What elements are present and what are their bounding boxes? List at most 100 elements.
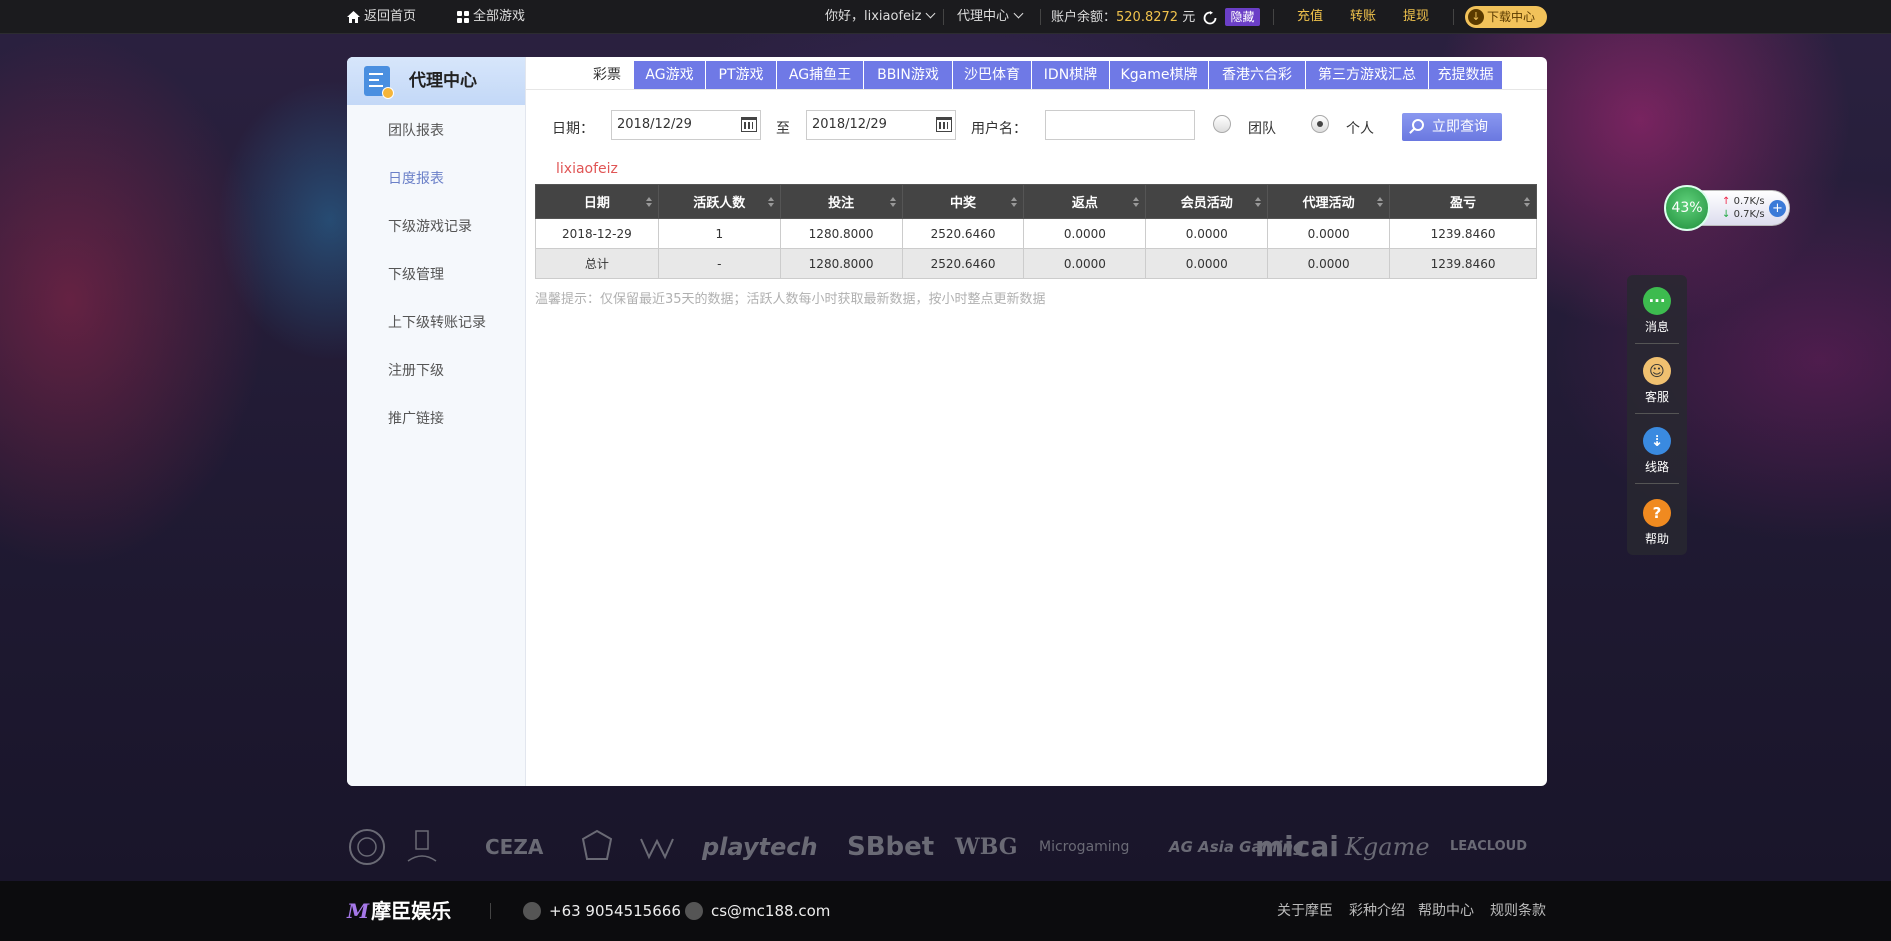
username-label: 用户名：	[971, 121, 1027, 137]
download-arrow-icon: ↓	[1722, 209, 1731, 220]
sort-icon	[645, 197, 652, 207]
customer-service-button[interactable]: ☺ 客服	[1627, 345, 1687, 405]
tab-third-party-summary[interactable]: 第三方游戏汇总	[1306, 61, 1429, 90]
query-button[interactable]: 立即查询	[1402, 113, 1502, 141]
sort-icon	[1377, 197, 1384, 207]
column-header-winnings[interactable]: 中奖	[901, 184, 1025, 219]
column-header-rebate[interactable]: 返点	[1023, 184, 1147, 219]
table-cell: 0.0000	[1267, 248, 1391, 279]
column-header-bets[interactable]: 投注	[779, 184, 903, 219]
wbg-logo: WBG	[955, 834, 1018, 860]
all-games-link[interactable]: 全部游戏	[457, 0, 525, 34]
agent-center-panel: 代理中心 团队报表 日度报表 下级游戏记录 下级管理 上下级转账记录 注册下级 …	[347, 57, 1547, 786]
chat-bubble-icon: ···	[1643, 287, 1671, 315]
upload-arrow-icon: ↑	[1722, 196, 1731, 207]
personal-radio[interactable]	[1311, 115, 1329, 133]
team-radio[interactable]	[1213, 115, 1231, 133]
sidebar-item-daily-report[interactable]: 日度报表	[388, 168, 444, 188]
messages-button[interactable]: ··· 消息	[1627, 275, 1687, 335]
current-username: lixiaofeiz	[556, 161, 618, 177]
table-cell: 1280.8000	[779, 218, 903, 249]
balance-value: 520.8272	[1116, 10, 1179, 25]
column-header-profit-loss[interactable]: 盈亏	[1389, 184, 1537, 219]
column-header-member-activity[interactable]: 会员活动	[1145, 184, 1269, 219]
deposit-link[interactable]: 充值	[1297, 0, 1323, 34]
tab-lottery[interactable]: 彩票	[581, 61, 634, 90]
tab-hk-mark-six[interactable]: 香港六合彩	[1209, 61, 1306, 90]
sidebar-header: 代理中心	[347, 57, 525, 105]
divider	[943, 9, 944, 25]
side-toolbar: ··· 消息 ☺ 客服 ⇣ 线路 ? 帮助	[1627, 275, 1687, 555]
transfer-link[interactable]: 转账	[1350, 0, 1376, 34]
withdraw-link[interactable]: 提现	[1403, 0, 1429, 34]
speed-percent: 43%	[1664, 185, 1710, 231]
kgame-logo: Kgame	[1345, 833, 1430, 861]
divider	[1040, 9, 1041, 25]
table-cell: 0.0000	[1145, 218, 1269, 249]
download-icon: ↓	[1468, 9, 1484, 25]
partner-logos: CEZA playtech SBbet WBG Microgaming AG A…	[347, 822, 1547, 872]
end-date-input[interactable]: 2018/12/29	[806, 110, 956, 140]
tab-bbin-games[interactable]: BBIN游戏	[864, 61, 953, 90]
crest-logo	[402, 822, 462, 872]
table-cell: 1239.8460	[1389, 218, 1537, 249]
hide-balance-button[interactable]: 隐藏	[1225, 8, 1260, 26]
micai-logo: micai	[1255, 830, 1339, 863]
top-bar: 返回首页 全部游戏 你好，lixiaofeiz 代理中心 账户余额：520.82…	[0, 0, 1891, 34]
tab-kgame-poker[interactable]: Kgame棋牌	[1110, 61, 1209, 90]
footer-phone: +63 9054515666	[523, 881, 681, 941]
agent-center-menu[interactable]: 代理中心	[957, 0, 1024, 34]
footer-brand[interactable]: M 摩臣娱乐	[347, 881, 451, 941]
network-speed-widget[interactable]: 43% ↑ 0.7K/s ↓ 0.7K/s +	[1664, 185, 1790, 231]
sidebar-item-transfer-records[interactable]: 上下级转账记录	[388, 312, 486, 332]
headset-icon: ☺	[1643, 357, 1671, 385]
tab-deposit-withdraw-data[interactable]: 充提数据	[1429, 61, 1503, 90]
divider	[1273, 9, 1274, 25]
column-header-date[interactable]: 日期	[535, 184, 659, 219]
start-date-input[interactable]: 2018/12/29	[611, 110, 761, 140]
refresh-icon[interactable]	[1203, 10, 1217, 25]
sidebar-item-sub-game-records[interactable]: 下级游戏记录	[388, 216, 472, 236]
sidebar-item-register-sub[interactable]: 注册下级	[388, 360, 444, 380]
route-button[interactable]: ⇣ 线路	[1627, 415, 1687, 475]
calendar-icon[interactable]	[936, 117, 952, 132]
tab-saba-sports[interactable]: 沙巴体育	[953, 61, 1032, 90]
table-cell: 0.0000	[1023, 248, 1147, 279]
route-icon: ⇣	[1643, 427, 1671, 455]
tabs-divider	[526, 89, 1547, 90]
balance: 账户余额：520.8272 元 隐藏	[1051, 0, 1260, 34]
username-input[interactable]	[1045, 110, 1195, 140]
footer-link-lottery-intro[interactable]: 彩种介绍	[1349, 881, 1405, 941]
download-center-button[interactable]: ↓ 下载中心	[1465, 6, 1547, 28]
tab-idn-poker[interactable]: IDN棋牌	[1032, 61, 1110, 90]
footer-email[interactable]: cs@mc188.com	[685, 881, 830, 941]
column-header-active-users[interactable]: 活跃人数	[657, 184, 781, 219]
sort-icon	[1255, 197, 1262, 207]
sort-icon	[1133, 197, 1140, 207]
tab-ag-games[interactable]: AG游戏	[634, 61, 706, 90]
sort-icon	[767, 197, 774, 207]
home-link[interactable]: 返回首页	[347, 0, 416, 34]
table-row: 2018-12-29 1 1280.8000 2520.6460 0.0000 …	[535, 218, 1537, 249]
seal-logo	[347, 822, 387, 872]
tab-ag-fishing[interactable]: AG捕鱼王	[777, 61, 864, 90]
emblem-logo	[577, 822, 617, 872]
column-header-agent-activity[interactable]: 代理活动	[1267, 184, 1391, 219]
table-cell: 0.0000	[1145, 248, 1269, 279]
sidebar-item-sub-management[interactable]: 下级管理	[388, 264, 444, 284]
home-icon	[347, 10, 360, 23]
plus-icon[interactable]: +	[1769, 200, 1786, 217]
sidebar-item-promo-link[interactable]: 推广链接	[388, 408, 444, 428]
table-total-row: 总计 - 1280.8000 2520.6460 0.0000 0.0000 0…	[535, 248, 1537, 279]
calendar-icon[interactable]	[741, 117, 757, 132]
sidebar-item-team-report[interactable]: 团队报表	[388, 120, 444, 140]
footer-link-about[interactable]: 关于摩臣	[1277, 881, 1333, 941]
footer-link-help[interactable]: 帮助中心	[1418, 881, 1474, 941]
footer-link-terms[interactable]: 规则条款	[1490, 881, 1546, 941]
grid-icon	[457, 10, 469, 23]
user-menu[interactable]: 你好，lixiaofeiz	[825, 0, 936, 34]
help-button[interactable]: ? 帮助	[1627, 487, 1687, 547]
speed-rates: ↑ 0.7K/s ↓ 0.7K/s	[1722, 196, 1765, 220]
tab-pt-games[interactable]: PT游戏	[706, 61, 777, 90]
table-cell: 2520.6460	[901, 218, 1025, 249]
